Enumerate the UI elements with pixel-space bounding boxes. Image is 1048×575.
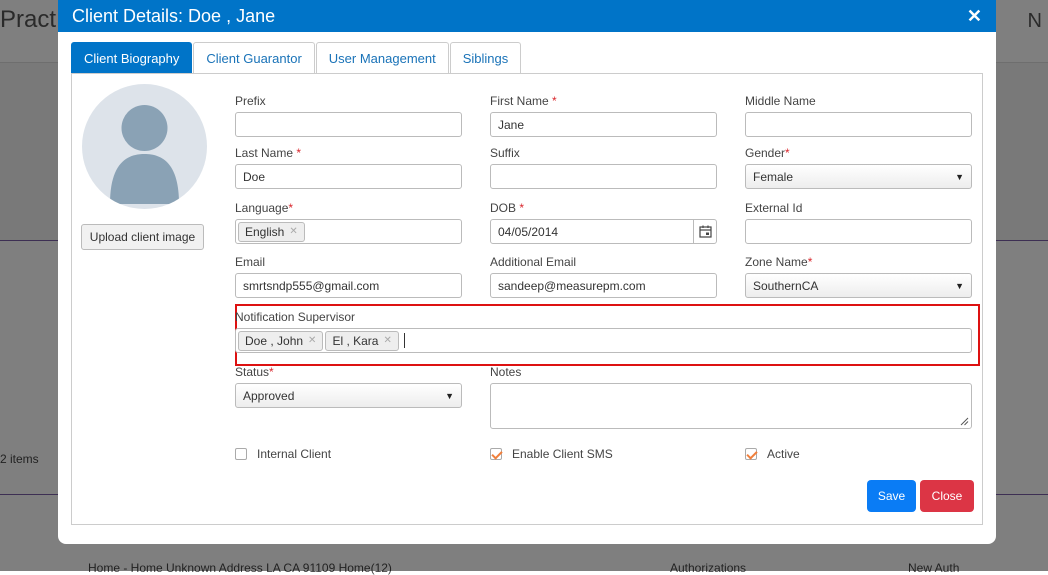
dob-value: 04/05/2014 xyxy=(498,224,559,239)
caret-down-icon: ▼ xyxy=(445,390,454,401)
email-input[interactable]: smrtsndp555@gmail.com xyxy=(235,273,462,298)
upload-client-image-button[interactable]: Upload client image xyxy=(81,224,204,250)
remove-tag-icon[interactable]: ✕ xyxy=(308,335,316,346)
zone-name-select[interactable]: SouthernCA ▼ xyxy=(745,273,972,298)
zone-name-field: Zone Name* SouthernCA ▼ xyxy=(745,255,972,298)
status-label: Status xyxy=(235,365,270,379)
supervisor-tag: Doe , John ✕ xyxy=(238,330,324,351)
close-button[interactable]: Close xyxy=(920,480,974,512)
suffix-label: Suffix xyxy=(490,146,520,160)
gender-label: Gender xyxy=(745,146,786,160)
tab-client-guarantor[interactable]: Client Guarantor xyxy=(193,42,315,73)
language-tag: English ✕ xyxy=(238,221,305,242)
additional-email-input[interactable]: sandeep@measurepm.com xyxy=(490,273,717,298)
notes-textarea[interactable] xyxy=(490,383,972,429)
language-multiselect[interactable]: English ✕ xyxy=(235,219,462,244)
modal-title: Client Details: Doe , Jane xyxy=(72,5,276,26)
middle-name-field: Middle Name xyxy=(745,94,972,137)
additional-email-label: Additional Email xyxy=(490,255,577,269)
internal-client-checkbox[interactable] xyxy=(235,448,247,460)
additional-email-field: Additional Email sandeep@measurepm.com xyxy=(490,255,717,298)
calendar-icon[interactable] xyxy=(693,219,716,244)
last-name-label: Last Name xyxy=(235,146,294,160)
first-name-field: First Name * Jane xyxy=(490,94,717,137)
internal-client-label: Internal Client xyxy=(257,447,332,461)
active-label: Active xyxy=(767,447,800,461)
first-name-input[interactable]: Jane xyxy=(490,112,717,137)
tab-bar: Client Biography Client Guarantor User M… xyxy=(71,42,522,73)
status-field: Status* Approved ▼ xyxy=(235,365,462,408)
active-checkbox-row[interactable]: Active xyxy=(745,447,800,461)
text-cursor xyxy=(403,333,405,348)
middle-name-label: Middle Name xyxy=(745,94,816,108)
close-icon[interactable]: ✕ xyxy=(967,6,982,27)
language-field: Language* English ✕ xyxy=(235,201,462,244)
tab-siblings[interactable]: Siblings xyxy=(449,42,522,73)
suffix-input[interactable] xyxy=(490,164,717,189)
gender-field: Gender* Female ▼ xyxy=(745,146,972,189)
gender-value: Female xyxy=(753,169,794,184)
status-value: Approved xyxy=(243,388,295,403)
prefix-label: Prefix xyxy=(235,94,266,108)
first-name-label: First Name xyxy=(490,94,549,108)
email-label: Email xyxy=(235,255,266,269)
language-label: Language xyxy=(235,201,289,215)
enable-sms-label: Enable Client SMS xyxy=(512,447,613,461)
notification-supervisor-field: Notification Supervisor Doe , John ✕ El … xyxy=(235,310,972,353)
status-select[interactable]: Approved ▼ xyxy=(235,383,462,408)
prefix-input[interactable] xyxy=(235,112,462,137)
zone-name-label: Zone Name xyxy=(745,255,808,269)
notes-label: Notes xyxy=(490,365,522,379)
resize-grip-icon[interactable] xyxy=(960,417,969,426)
remove-tag-icon[interactable]: ✕ xyxy=(383,335,391,346)
client-biography-panel: Upload client image Prefix First Name * … xyxy=(71,73,983,525)
external-id-input[interactable] xyxy=(745,219,972,244)
modal-header: Client Details: Doe , Jane ✕ xyxy=(58,0,996,32)
user-placeholder-icon xyxy=(110,105,179,204)
caret-down-icon: ▼ xyxy=(955,280,964,291)
gender-select[interactable]: Female ▼ xyxy=(745,164,972,189)
enable-sms-checkbox[interactable] xyxy=(490,448,502,460)
external-id-field: External Id xyxy=(745,201,972,244)
notes-field: Notes xyxy=(490,365,972,429)
dob-input[interactable]: 04/05/2014 xyxy=(490,219,717,244)
client-details-modal: Client Details: Doe , Jane ✕ Client Biog… xyxy=(58,0,996,544)
prefix-field: Prefix xyxy=(235,94,462,137)
supervisor-tag: El , Kara ✕ xyxy=(325,330,399,351)
email-field: Email smrtsndp555@gmail.com xyxy=(235,255,462,298)
tab-user-management[interactable]: User Management xyxy=(315,42,449,73)
suffix-field: Suffix xyxy=(490,146,717,189)
external-id-label: External Id xyxy=(745,201,803,215)
dob-field: DOB * 04/05/2014 xyxy=(490,201,717,244)
last-name-input[interactable]: Doe xyxy=(235,164,462,189)
middle-name-input[interactable] xyxy=(745,112,972,137)
notification-supervisor-label: Notification Supervisor xyxy=(235,310,356,324)
last-name-field: Last Name * Doe xyxy=(235,146,462,189)
save-button[interactable]: Save xyxy=(867,480,916,512)
dob-label: DOB xyxy=(490,201,517,215)
avatar xyxy=(82,84,207,209)
enable-sms-checkbox-row[interactable]: Enable Client SMS xyxy=(490,447,613,461)
zone-name-value: SouthernCA xyxy=(753,278,819,293)
tab-client-biography[interactable]: Client Biography xyxy=(71,42,193,73)
notification-supervisor-multiselect[interactable]: Doe , John ✕ El , Kara ✕ xyxy=(235,328,972,353)
internal-client-checkbox-row[interactable]: Internal Client xyxy=(235,447,331,461)
remove-tag-icon[interactable]: ✕ xyxy=(289,226,297,237)
caret-down-icon: ▼ xyxy=(955,171,964,182)
active-checkbox[interactable] xyxy=(745,448,757,460)
